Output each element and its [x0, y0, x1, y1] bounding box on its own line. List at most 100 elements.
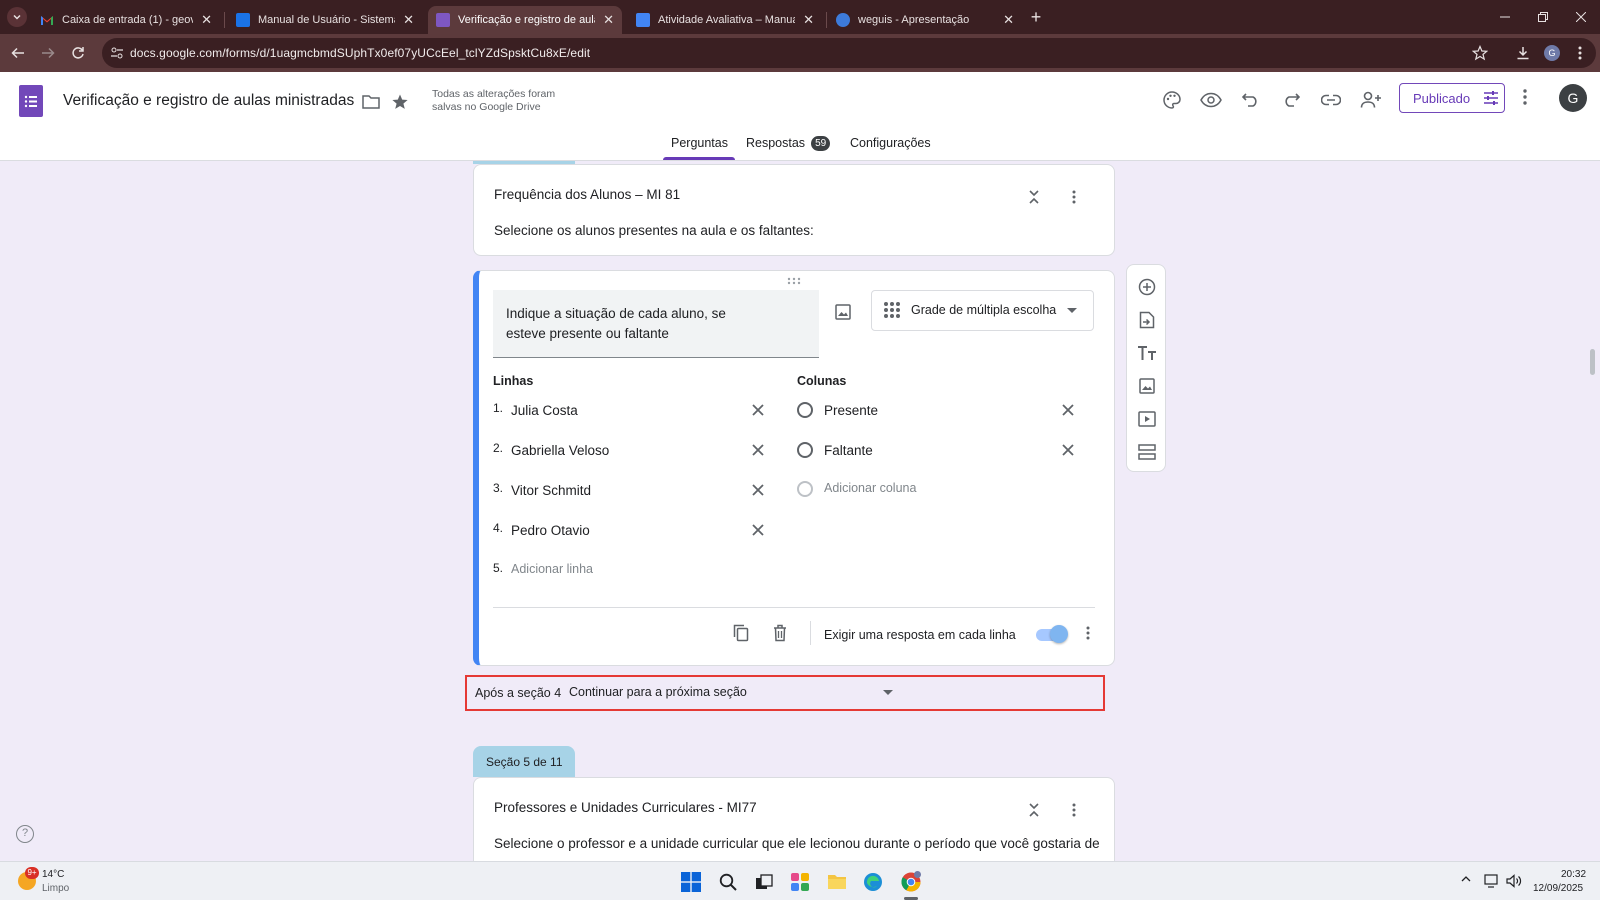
section-more-icon[interactable]	[1062, 798, 1086, 822]
star-icon[interactable]	[391, 93, 409, 111]
edge-browser-icon[interactable]	[861, 870, 885, 894]
toggle-thumb[interactable]	[1050, 625, 1068, 643]
collapse-section-icon[interactable]	[1022, 798, 1046, 822]
more-options-icon[interactable]	[1522, 88, 1528, 106]
browser-toolbar: docs.google.com/forms/d/1uagmcbmdSUphTx0…	[0, 34, 1600, 72]
show-hidden-icons-chevron-icon[interactable]	[1461, 874, 1471, 884]
chrome-browser-icon[interactable]	[899, 870, 923, 894]
undo-icon[interactable]	[1239, 88, 1263, 112]
close-tab-icon[interactable]: ✕	[603, 12, 614, 28]
browser-tab-atividade[interactable]: Atividade Avaliativa – Manual d ✕	[628, 6, 822, 34]
tab-search-chevron-icon[interactable]	[7, 7, 27, 27]
browser-menu-icon[interactable]	[1577, 45, 1583, 61]
question-type-select[interactable]: Grade de múltipla escolha	[871, 290, 1094, 331]
after-section-select[interactable]: Continuar para a próxima seção	[569, 685, 747, 699]
download-icon[interactable]	[1515, 45, 1531, 61]
close-tab-icon[interactable]: ✕	[1003, 12, 1014, 28]
form-document-title[interactable]: Verificação e registro de aulas ministra…	[63, 92, 354, 110]
profile-avatar-icon[interactable]: G	[1544, 45, 1560, 61]
save-status-line2: salvas no Google Drive	[432, 101, 541, 113]
reload-icon[interactable]	[68, 43, 88, 63]
task-view-icon[interactable]	[752, 870, 776, 894]
tab-responses[interactable]: Respostas 59	[746, 136, 831, 151]
browser-tab-weguis[interactable]: weguis - Apresentação ✕	[828, 6, 1022, 34]
section-header-card[interactable]: Professores e Unidades Curriculares - MI…	[473, 777, 1115, 861]
palette-icon[interactable]	[1160, 88, 1184, 112]
google-forms-logo-icon[interactable]	[19, 85, 43, 117]
column-option[interactable]: Presente	[824, 403, 878, 418]
site-info-icon[interactable]	[110, 46, 124, 60]
back-arrow-icon[interactable]	[8, 43, 28, 63]
help-question-icon[interactable]: ?	[16, 825, 34, 843]
link-icon[interactable]	[1319, 88, 1343, 112]
add-image-toolbar-icon[interactable]	[1136, 375, 1158, 397]
network-icon[interactable]	[1484, 874, 1500, 888]
restore-icon[interactable]	[1524, 0, 1562, 34]
section-description[interactable]: Selecione os alunos presentes na aula e …	[494, 223, 814, 238]
address-bar[interactable]: docs.google.com/forms/d/1uagmcbmdSUphTx0…	[102, 38, 1596, 68]
radio-circle-icon	[797, 481, 813, 497]
forward-arrow-icon[interactable]	[38, 43, 58, 63]
add-video-icon[interactable]	[1136, 408, 1158, 430]
question-more-icon[interactable]	[1077, 622, 1099, 644]
import-questions-icon[interactable]	[1136, 309, 1158, 331]
row-option[interactable]: Gabriella Veloso	[511, 443, 609, 458]
remove-row-icon[interactable]	[749, 401, 767, 419]
column-option[interactable]: Faltante	[824, 443, 873, 458]
page-scrollbar-thumb[interactable]	[1590, 349, 1595, 375]
row-option[interactable]: Julia Costa	[511, 403, 578, 418]
close-tab-icon[interactable]: ✕	[403, 12, 414, 28]
add-section-icon[interactable]	[1136, 441, 1158, 463]
section-more-icon[interactable]	[1062, 185, 1086, 209]
row-option[interactable]: Pedro Otavio	[511, 523, 590, 538]
move-to-folder-icon[interactable]	[362, 94, 380, 110]
account-avatar[interactable]: G	[1559, 84, 1587, 112]
browser-tab-manual[interactable]: Manual de Usuário - Sistema de ✕	[228, 6, 422, 34]
remove-row-icon[interactable]	[749, 481, 767, 499]
add-image-icon[interactable]	[832, 301, 854, 323]
search-icon[interactable]	[716, 870, 740, 894]
bookmark-star-icon[interactable]	[1472, 45, 1488, 61]
file-explorer-icon[interactable]	[825, 870, 849, 894]
new-tab-plus-icon[interactable]: +	[1025, 7, 1047, 29]
remove-row-icon[interactable]	[749, 441, 767, 459]
drag-handle-icon[interactable]	[787, 277, 801, 285]
section-title[interactable]: Frequência dos Alunos – MI 81	[494, 187, 680, 202]
close-tab-icon[interactable]: ✕	[201, 12, 212, 28]
browser-tab-forms[interactable]: Verificação e registro de aulas m ✕	[428, 6, 622, 34]
add-question-icon[interactable]	[1136, 276, 1158, 298]
volume-icon[interactable]	[1506, 874, 1522, 888]
trash-icon[interactable]	[769, 622, 791, 644]
question-title-field[interactable]: Indique a situação de cada aluno, se est…	[493, 290, 819, 358]
after-section-navigation[interactable]: Após a seção 4 Continuar para a próxima …	[465, 675, 1105, 711]
row-option[interactable]: Vitor Schmitd	[511, 483, 591, 498]
remove-row-icon[interactable]	[749, 521, 767, 539]
tab-questions[interactable]: Perguntas	[671, 136, 728, 150]
tab-settings[interactable]: Configurações	[850, 136, 931, 150]
add-title-text-icon[interactable]	[1136, 342, 1158, 364]
add-row-option[interactable]: Adicionar linha	[511, 562, 593, 576]
section-title[interactable]: Professores e Unidades Curriculares - MI…	[494, 800, 757, 815]
close-tab-icon[interactable]: ✕	[803, 12, 814, 28]
windows-start-icon[interactable]	[679, 870, 703, 894]
minimize-icon[interactable]	[1486, 0, 1524, 34]
preview-eye-icon[interactable]	[1199, 88, 1223, 112]
section-description[interactable]: Selecione o professor e a unidade curric…	[494, 836, 1100, 851]
section-header-card[interactable]: Frequência dos Alunos – MI 81 Selecione …	[473, 164, 1115, 256]
publish-settings-icon	[1484, 91, 1499, 105]
remove-column-icon[interactable]	[1059, 441, 1077, 459]
publish-button[interactable]: Publicado	[1399, 83, 1505, 113]
browser-tab-gmail[interactable]: Caixa de entrada (1) - geovanna ✕	[32, 6, 220, 34]
dropdown-caret-icon	[1067, 308, 1077, 314]
question-title[interactable]: Indique a situação de cada aluno, se est…	[506, 304, 766, 344]
copilot-app-icon[interactable]	[788, 870, 812, 894]
collapse-section-icon[interactable]	[1022, 185, 1046, 209]
dropdown-caret-icon[interactable]	[883, 690, 893, 696]
duplicate-icon[interactable]	[730, 622, 752, 644]
add-collaborator-icon[interactable]	[1359, 88, 1383, 112]
question-card[interactable]: Indique a situação de cada aluno, se est…	[473, 270, 1115, 666]
redo-icon[interactable]	[1279, 88, 1303, 112]
remove-column-icon[interactable]	[1059, 401, 1077, 419]
add-column-option[interactable]: Adicionar coluna	[824, 481, 916, 495]
close-window-icon[interactable]	[1562, 0, 1600, 34]
